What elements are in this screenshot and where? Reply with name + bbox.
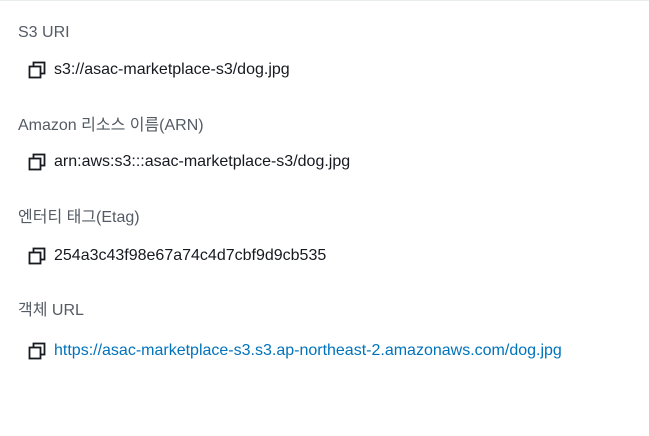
copy-icon — [28, 61, 46, 79]
etag-value-row: 254a3c43f98e67a74c4d7cbf9d9cb535 — [26, 245, 326, 267]
copy-icon — [28, 342, 46, 360]
copy-icon — [28, 153, 46, 171]
etag-value: 254a3c43f98e67a74c4d7cbf9d9cb535 — [54, 247, 327, 264]
copy-s3-uri-button[interactable] — [26, 59, 48, 81]
copy-etag-button[interactable] — [26, 245, 48, 267]
arn-field: Amazon 리소스 이름(ARN) — [18, 116, 638, 136]
etag-label: 엔터티 태그(Etag) — [18, 209, 140, 226]
arn-label: Amazon 리소스 이름(ARN) — [18, 117, 204, 134]
s3-uri-value-row: s3://asac-marketplace-s3/dog.jpg — [26, 59, 290, 81]
object-url-link[interactable]: https://asac-marketplace-s3.s3.ap-northe… — [54, 341, 562, 361]
object-url-value-row: https://asac-marketplace-s3.s3.ap-northe… — [26, 340, 562, 362]
arn-value: arn:aws:s3:::asac-marketplace-s3/dog.jpg — [54, 153, 351, 170]
copy-object-url-button[interactable] — [26, 340, 48, 362]
object-url-field: 객체 URL — [18, 301, 638, 321]
object-url-label: 객체 URL — [18, 302, 84, 319]
arn-value-row: arn:aws:s3:::asac-marketplace-s3/dog.jpg — [26, 151, 350, 173]
s3-uri-value: s3://asac-marketplace-s3/dog.jpg — [54, 61, 290, 78]
etag-field: 엔터티 태그(Etag) — [18, 208, 638, 228]
s3-uri-field: S3 URI — [18, 23, 638, 43]
copy-icon — [28, 247, 46, 265]
copy-arn-button[interactable] — [26, 151, 48, 173]
s3-uri-label: S3 URI — [18, 24, 70, 41]
top-divider — [0, 0, 649, 1]
